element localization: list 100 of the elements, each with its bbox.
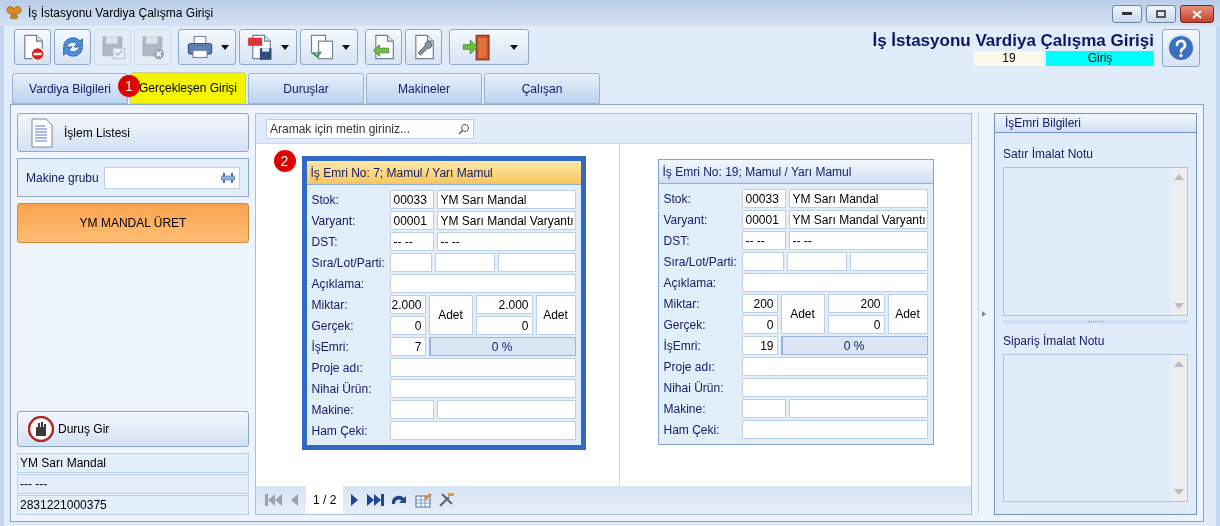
text-field[interactable]: 00001 bbox=[389, 211, 434, 230]
tab[interactable]: Makineler bbox=[366, 73, 482, 104]
text-field[interactable]: 0 bbox=[827, 315, 885, 334]
text-field[interactable] bbox=[741, 399, 786, 418]
text-field[interactable]: -- -- bbox=[436, 232, 576, 251]
toolbar-button[interactable] bbox=[14, 29, 51, 65]
text-field[interactable] bbox=[849, 252, 928, 271]
scroll-up-icon[interactable] bbox=[1174, 360, 1184, 367]
text-field[interactable] bbox=[741, 378, 928, 397]
text-field[interactable] bbox=[497, 253, 576, 272]
text-field[interactable]: 0 bbox=[389, 316, 426, 335]
text-field[interactable] bbox=[389, 358, 576, 377]
splitter[interactable] bbox=[1003, 319, 1188, 324]
toolbar-button[interactable] bbox=[405, 29, 442, 65]
help-icon bbox=[1167, 34, 1195, 62]
field-label: Nihai Ürün: bbox=[311, 380, 373, 398]
splitter[interactable] bbox=[978, 113, 988, 515]
page-indicator: 1 / 2 bbox=[306, 486, 344, 514]
pdf-save-icon bbox=[247, 33, 275, 61]
unit-cell: Adet bbox=[535, 295, 576, 335]
text-field[interactable]: 200 bbox=[741, 294, 778, 313]
text-field[interactable] bbox=[788, 399, 928, 418]
text-field[interactable]: 00001 bbox=[741, 210, 786, 229]
card-title: İş Emri No: 19; Mamul / Yarı Mamul bbox=[658, 160, 933, 184]
toolbar-button[interactable] bbox=[365, 29, 402, 65]
scroll-up-icon[interactable] bbox=[1174, 174, 1184, 180]
text-field[interactable]: YM Sarı Mandal bbox=[788, 189, 928, 208]
field-label: Gerçek: bbox=[311, 317, 355, 335]
unit-cell: Adet bbox=[428, 295, 473, 335]
text-field[interactable] bbox=[389, 253, 432, 272]
text-field[interactable] bbox=[786, 252, 847, 271]
note-area[interactable] bbox=[1003, 167, 1188, 316]
field-label: Sıra/Lot/Parti: bbox=[311, 254, 386, 272]
field-label: Nihai Ürün: bbox=[663, 379, 725, 397]
note-area[interactable] bbox=[1003, 353, 1188, 502]
minimize-button[interactable] bbox=[1112, 5, 1142, 23]
tab[interactable]: Gerçekleşen Girişi bbox=[130, 72, 246, 104]
restore-button[interactable] bbox=[1146, 5, 1176, 23]
toolbar-button[interactable] bbox=[54, 29, 91, 65]
scrollbar[interactable] bbox=[1171, 354, 1187, 501]
toolbar-button[interactable] bbox=[178, 29, 236, 65]
text-field[interactable]: YM Sarı Mandal Varyantı bbox=[788, 210, 928, 229]
field-label: Ham Çeki: bbox=[311, 422, 369, 440]
text-field[interactable] bbox=[741, 420, 928, 439]
field-label: Varyant: bbox=[311, 212, 357, 230]
pager-button[interactable] bbox=[365, 492, 386, 508]
text-field[interactable] bbox=[741, 273, 928, 292]
scrollbar[interactable] bbox=[1171, 168, 1187, 315]
step-marker: 2 bbox=[273, 150, 296, 172]
machine-group-field[interactable] bbox=[103, 166, 240, 189]
text-field[interactable] bbox=[434, 253, 495, 272]
text-field[interactable]: -- -- bbox=[741, 231, 786, 250]
field-label: Proje adı: bbox=[311, 359, 364, 377]
previous-page-icon bbox=[289, 492, 301, 508]
help-button[interactable] bbox=[1162, 29, 1200, 67]
text-field[interactable]: 2.000 bbox=[475, 295, 533, 314]
text-field[interactable]: YM Sarı Mandal bbox=[436, 190, 576, 209]
search-field[interactable]: Aramak için metin giriniz... bbox=[266, 118, 474, 139]
operation-list-button[interactable]: İşlem Listesi bbox=[17, 113, 249, 152]
record-number: 19 bbox=[974, 51, 1044, 66]
scroll-down-icon[interactable] bbox=[1174, 489, 1184, 495]
text-field[interactable] bbox=[741, 252, 784, 271]
text-field[interactable]: 7 bbox=[389, 337, 426, 356]
text-field[interactable]: -- -- bbox=[389, 232, 434, 251]
panel-title: İşEmri Bilgileri bbox=[995, 114, 1196, 133]
expand-arrow-icon bbox=[981, 311, 986, 317]
text-field[interactable] bbox=[741, 357, 928, 376]
window-title: İş İstasyonu Vardiya Çalışma Girişi bbox=[28, 5, 214, 22]
stop-entry-button[interactable]: Duruş Gir bbox=[17, 411, 249, 447]
text-field[interactable]: 0 bbox=[475, 316, 533, 335]
text-field[interactable]: 00033 bbox=[741, 189, 786, 208]
scroll-down-icon[interactable] bbox=[1174, 302, 1184, 309]
field-label: Stok: bbox=[663, 190, 692, 208]
text-field[interactable] bbox=[389, 421, 576, 440]
produce-button[interactable]: YM MANDAL ÜRET bbox=[17, 203, 249, 243]
text-field[interactable] bbox=[436, 400, 576, 419]
text-field[interactable] bbox=[389, 379, 576, 398]
text-field[interactable]: 19 bbox=[741, 336, 778, 355]
card-title: İş Emri No: 7; Mamul / Yarı Mamul bbox=[306, 161, 581, 185]
text-field[interactable]: YM Sarı Mandal Varyantı bbox=[436, 211, 576, 230]
text-field[interactable] bbox=[389, 400, 434, 419]
tab[interactable]: Duruşlar bbox=[248, 73, 364, 104]
text-field[interactable]: 00033 bbox=[389, 190, 434, 209]
toolbar-button[interactable] bbox=[239, 29, 297, 65]
text-field[interactable]: 2.000 bbox=[389, 295, 426, 314]
text-field[interactable]: 200 bbox=[827, 294, 885, 313]
toolbar-button[interactable] bbox=[449, 29, 529, 65]
tab[interactable]: Çalışan bbox=[484, 73, 600, 104]
text-field[interactable] bbox=[389, 274, 576, 293]
caret-icon bbox=[281, 44, 289, 50]
copy-documents-icon bbox=[308, 33, 336, 61]
note-label: Satır İmalat Notu bbox=[1003, 146, 1095, 163]
minimize-icon bbox=[1122, 12, 1132, 16]
work-order-card[interactable] bbox=[657, 159, 934, 445]
work-order-card[interactable] bbox=[301, 156, 586, 450]
text-field[interactable]: 0 bbox=[741, 315, 778, 334]
close-button[interactable] bbox=[1180, 5, 1214, 23]
toolbar-button[interactable] bbox=[300, 29, 358, 65]
field-label: Varyant: bbox=[663, 211, 709, 229]
text-field[interactable]: -- -- bbox=[788, 231, 928, 250]
